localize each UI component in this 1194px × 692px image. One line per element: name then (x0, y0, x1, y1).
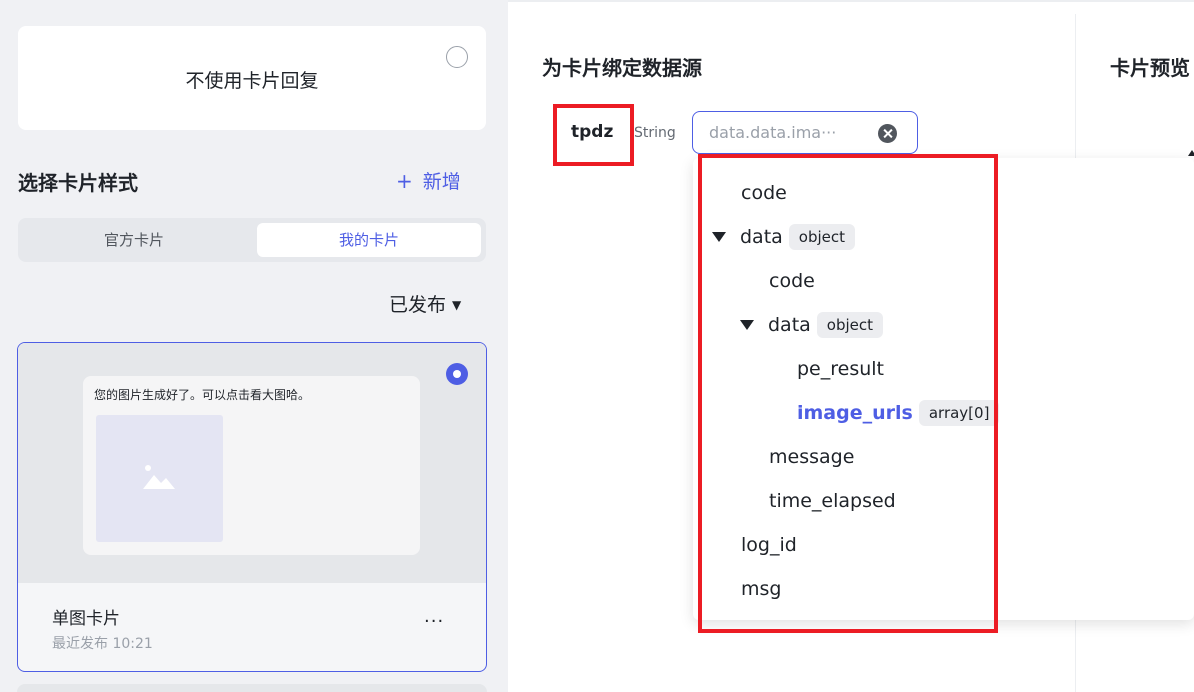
card-style-panel: 不使用卡片回复 选择卡片样式 + 新增 官方卡片 我的卡片 已发布 ▼ 您的图片生成… (0, 0, 508, 692)
tab-official-cards[interactable]: 官方卡片 (22, 223, 246, 257)
card-source-tabs: 官方卡片 我的卡片 (18, 218, 486, 262)
card-publish-time: 最近发布 10:21 (52, 636, 153, 652)
image-icon (143, 465, 175, 489)
highlight-box-param (553, 104, 634, 166)
data-source-value: data.data.ima··· (709, 123, 837, 142)
no-card-option[interactable]: 不使用卡片回复 (18, 26, 486, 130)
no-card-radio[interactable] (446, 46, 468, 68)
more-icon[interactable]: ··· (424, 611, 444, 632)
publish-status-select[interactable]: 已发布 ▼ (389, 290, 461, 317)
add-card-button[interactable]: + 新增 (396, 167, 461, 194)
preview-caret-icon (1188, 150, 1194, 156)
mini-card-preview: 您的图片生成好了。可以点击看大图哈。 (83, 376, 420, 555)
no-card-label: 不使用卡片回复 (185, 70, 319, 92)
plus-icon: + (396, 169, 413, 193)
data-source-input[interactable]: data.data.ima··· (692, 111, 918, 154)
card-thumbnail: 您的图片生成好了。可以点击看大图哈。 (18, 343, 486, 583)
top-divider (508, 0, 1194, 2)
image-placeholder (96, 415, 223, 542)
next-card-item[interactable] (17, 684, 487, 692)
card-name: 单图卡片 (52, 609, 120, 629)
tab-my-cards[interactable]: 我的卡片 (257, 223, 481, 257)
bind-section-title: 为卡片绑定数据源 (542, 56, 702, 80)
clear-icon[interactable] (878, 124, 897, 143)
publish-status-value: 已发布 (389, 294, 447, 316)
section-title: 选择卡片样式 (18, 171, 138, 195)
add-card-label: 新增 (422, 171, 461, 193)
highlight-box-tree (698, 154, 998, 633)
preview-title: 卡片预览 (1110, 56, 1190, 80)
card-selected-radio[interactable] (446, 363, 468, 385)
param-type: String (634, 125, 676, 141)
caret-down-icon: ▼ (452, 298, 462, 312)
card-item-single-image[interactable]: 您的图片生成好了。可以点击看大图哈。 单图卡片 最近发布 10:21 ··· (17, 342, 487, 672)
mini-card-text: 您的图片生成好了。可以点击看大图哈。 (94, 388, 311, 402)
